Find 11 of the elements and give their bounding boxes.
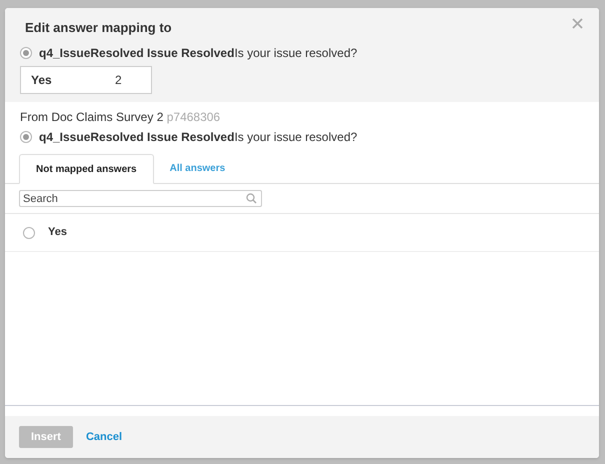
answer-option: Yes bbox=[48, 224, 67, 241]
search-field[interactable]: Search bbox=[19, 190, 262, 207]
answer-label: Yes bbox=[31, 72, 53, 89]
answer-count: 2 bbox=[115, 72, 122, 89]
tab[interactable]: Not mapped answers bbox=[19, 154, 154, 184]
tab[interactable]: All answers bbox=[154, 153, 242, 183]
source-label: From Doc Claims Survey 2 p7468306 bbox=[20, 109, 222, 126]
dialog-title: Edit answer mapping to bbox=[25, 19, 172, 37]
question-label: q4_IssueResolved Issue ResolvedIs your issue resolved? bbox=[39, 129, 358, 146]
cancel-link[interactable]: Cancel bbox=[86, 428, 122, 446]
question-label: q4_IssueResolved Issue ResolvedIs your issue resolved? bbox=[39, 45, 358, 62]
